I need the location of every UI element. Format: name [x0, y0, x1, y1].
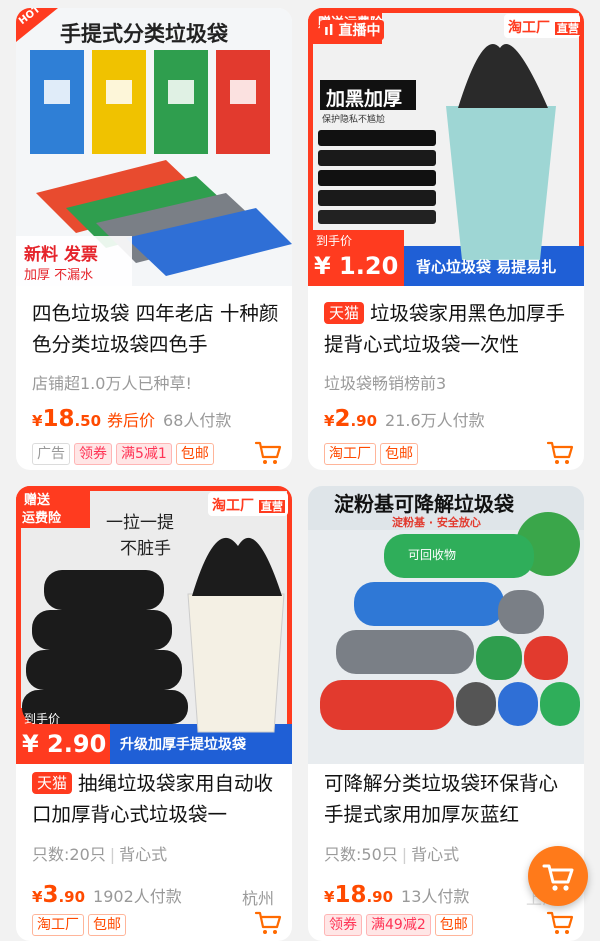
cart-icon[interactable] [546, 910, 574, 936]
product-subtitle: 只数:50只 | 背心式 [324, 841, 459, 865]
price-note: 券后价 [107, 411, 156, 430]
tag-list: 淘工厂 包邮 [32, 914, 126, 936]
free-shipping-tag: 包邮 [175, 443, 214, 465]
price-decimal: .50 [74, 412, 102, 430]
product-image[interactable]: 淀粉基可降解垃圾袋 淀粉基 · 安全放心 可回收物 [308, 486, 584, 764]
product-subtitle: 店铺超1.0万人已种草! [32, 374, 192, 393]
spec-count: 只数:50只 [324, 845, 398, 864]
buyer-count: 68人付款 [163, 411, 232, 430]
live-label: 直播中 [338, 23, 381, 39]
image-badge-sub: 加厚 不漏水 [24, 268, 94, 283]
shop-name: 淘工厂 [508, 20, 550, 36]
buyer-count: 13人付款 [401, 887, 470, 906]
separator: | [401, 845, 408, 864]
image-price: ¥ 2.90 [22, 730, 107, 758]
coupon-tag[interactable]: 领券 [324, 914, 362, 936]
cart-icon[interactable] [546, 440, 574, 466]
product-grid: HOT 手提式分类垃圾袋 新料 发票 加厚 不漏水 四色垃圾袋 四年老店 十种颜… [0, 0, 600, 941]
discount-tag: 满49减2 [366, 914, 431, 936]
spec-count: 只数:20只 [32, 845, 106, 864]
product-subtitle: 垃圾袋畅销榜前3 [324, 374, 447, 393]
tmall-badge: 天猫 [324, 302, 365, 324]
cart-icon[interactable] [254, 440, 282, 466]
price-integer: 18 [42, 406, 75, 432]
live-badge: ıl 直播中 [320, 20, 385, 40]
tmall-badge: 天猫 [32, 772, 73, 794]
cart-icon [542, 864, 574, 891]
price-row: ¥ 3 .90 1902人付款 [32, 882, 182, 908]
image-heading: 淀粉基可降解垃圾袋 [334, 492, 514, 516]
product-title[interactable]: 天猫 抽绳垃圾袋家用自动收口加厚背心式垃圾袋一 [32, 768, 284, 830]
price-row: ¥ 2 .90 21.6万人付款 [324, 406, 485, 432]
shop-label: 淘工厂 直营 [508, 17, 581, 37]
price-row: ¥ 18 .90 13人付款 [324, 882, 469, 908]
image-subheading: 淀粉基 · 安全放心 [392, 516, 481, 529]
shop-tag: 直营 [258, 500, 285, 513]
shipping-ribbon-line1: 赠送 [24, 493, 51, 508]
price-integer: 2 [334, 406, 351, 432]
free-shipping-tag: 包邮 [434, 914, 473, 936]
coupon-tag[interactable]: 领券 [74, 443, 112, 465]
product-title[interactable]: 天猫 垃圾袋家用黑色加厚手提背心式垃圾袋一次性 [324, 298, 576, 360]
product-image[interactable]: HOT 手提式分类垃圾袋 新料 发票 加厚 不漏水 [16, 8, 292, 286]
image-price-label: 到手价 [24, 712, 61, 726]
currency: ¥ [32, 412, 43, 430]
shop-tag: 直营 [554, 22, 581, 35]
product-image[interactable]: 赠送运费险 ıl 直播中 淘工厂 直营 加黑加厚 保护隐私不尴尬 到手价 ¥ 1… [308, 8, 584, 286]
tag-list: 广告 领券 满5减1 包邮 [32, 443, 214, 465]
tag-list: 领券 满49减2 包邮 [324, 914, 473, 936]
price-row: ¥ 18 .50 券后价 68人付款 [32, 406, 231, 432]
price-decimal: .90 [58, 888, 86, 906]
image-slogan-2: 不脏手 [120, 539, 171, 559]
floating-cart-button[interactable] [528, 846, 588, 906]
spec-style: 背心式 [411, 845, 460, 864]
buyer-count: 21.6万人付款 [385, 411, 485, 430]
image-heading: 手提式分类垃圾袋 [60, 22, 228, 46]
product-title[interactable]: 四色垃圾袋 四年老店 十种颜色分类垃圾袋四色手 [32, 298, 284, 360]
product-card[interactable]: 赠送 运费险 淘工厂 直营 一拉一提 不脏手 到手价 ¥ 2.90 升级加厚手提… [16, 486, 292, 941]
product-subtitle: 只数:20只 | 背心式 [32, 841, 167, 865]
image-price-label: 到手价 [316, 234, 353, 248]
image-banner: 升级加厚手提垃圾袋 [120, 737, 246, 753]
shipping-ribbon-line2: 运费险 [22, 511, 62, 526]
price-decimal: .90 [350, 412, 378, 430]
free-shipping-tag: 包邮 [88, 914, 126, 936]
location: 杭州 [242, 889, 275, 908]
factory-tag: 淘工厂 [324, 443, 376, 465]
spec-style: 背心式 [119, 845, 168, 864]
image-slogan: 一拉一提 [106, 513, 174, 533]
shop-label: 淘工厂 直营 [212, 495, 285, 515]
price-integer: 18 [334, 882, 367, 908]
price-integer: 3 [42, 882, 59, 908]
image-label-sub: 保护隐私不尴尬 [322, 115, 386, 125]
separator: | [109, 845, 116, 864]
currency: ¥ [324, 412, 335, 430]
product-title[interactable]: 可降解分类垃圾袋环保背心手提式家用加厚灰蓝红 [324, 768, 576, 830]
image-label: 加黑加厚 [326, 88, 403, 110]
roll-label: 可回收物 [408, 548, 457, 562]
price-decimal: .90 [366, 888, 394, 906]
free-shipping-tag: 包邮 [380, 443, 418, 465]
image-banner: 背心垃圾袋 易提易扎 [416, 258, 557, 276]
tag-list: 淘工厂 包邮 [324, 443, 418, 465]
product-image[interactable]: 赠送 运费险 淘工厂 直营 一拉一提 不脏手 到手价 ¥ 2.90 升级加厚手提… [16, 486, 292, 764]
product-card[interactable]: HOT 手提式分类垃圾袋 新料 发票 加厚 不漏水 四色垃圾袋 四年老店 十种颜… [16, 8, 292, 470]
factory-tag: 淘工厂 [32, 914, 84, 936]
discount-tag: 满5减1 [116, 443, 172, 465]
ad-tag: 广告 [32, 443, 70, 465]
shop-name: 淘工厂 [212, 498, 254, 514]
image-price: ¥ 1.20 [314, 252, 399, 280]
buyer-count: 1902人付款 [93, 887, 182, 906]
live-icon: ıl [324, 23, 339, 39]
currency: ¥ [32, 888, 43, 906]
cart-icon[interactable] [254, 910, 282, 936]
image-badge: 新料 发票 [24, 245, 98, 265]
product-card[interactable]: 赠送运费险 ıl 直播中 淘工厂 直营 加黑加厚 保护隐私不尴尬 到手价 ¥ 1… [308, 8, 584, 470]
currency: ¥ [324, 888, 335, 906]
